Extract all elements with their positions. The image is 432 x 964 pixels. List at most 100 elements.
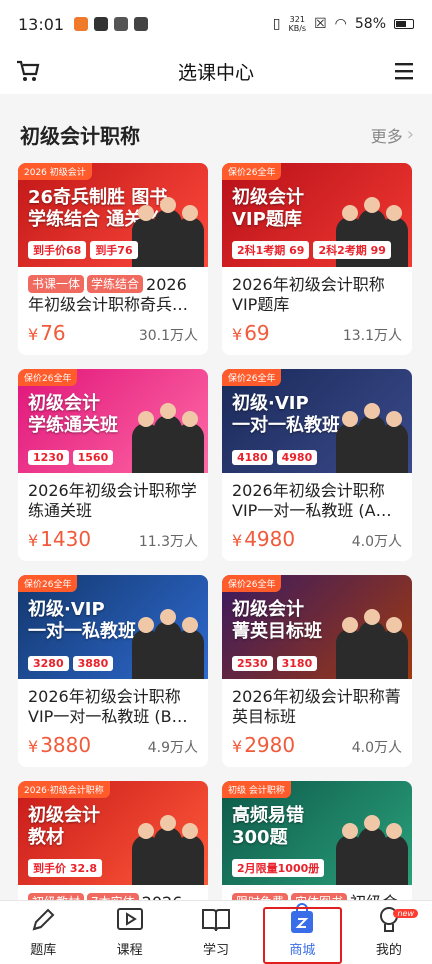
banner-prices: 1230 1560 (28, 450, 114, 465)
course-title-text: 2026年初级会计职称学练通关班 (28, 481, 197, 520)
section-header: 初级会计职称 更多 › (0, 94, 432, 163)
banner-title: 高频易错 300题 (232, 805, 304, 848)
course-card[interactable]: 2026 初级会计26奇兵制胜 图书 学练结合 通关必备到手价68到手76 书课一… (18, 163, 208, 355)
more-label: 更多 (370, 126, 403, 146)
cart-icon[interactable] (14, 57, 42, 85)
teacher-photos (132, 189, 204, 267)
course-banner-image: 保价26全年 初级会计 菁英目标班 2530 3180 (222, 575, 412, 679)
teacher-photos (132, 395, 204, 473)
course-banner-image: 保价26全年初级会计 学练通关班 1230 1560 (18, 369, 208, 473)
pencil-icon (32, 908, 55, 931)
course-card[interactable]: 2026·初级会计职称初级会计 教材到手价 32.8 初级教材7本实体2026年初… (18, 781, 208, 900)
banner-price-box: 3180 (276, 656, 318, 671)
course-price: ¥76 (28, 321, 66, 345)
course-price: ¥1430 (28, 527, 92, 551)
course-price: ¥2980 (232, 733, 296, 757)
course-title: 2026年初级会计职称菁英目标班 (232, 687, 402, 727)
course-banner-image: 保价26全年初级会计 VIP题库 2科1考期 69 2科2考期 99 (222, 163, 412, 267)
course-title-text: 2026年初级会计职称VIP一对一私教班 (B… (28, 687, 188, 726)
course-title: 2026年初级会计职称学练通关班 (28, 481, 198, 521)
tab-mall[interactable]: 商城 (259, 901, 345, 964)
course-card[interactable]: 保价26全年 初级·VIP 一对一私教班 4180 4980 2026年初级会计职称VI… (222, 369, 412, 561)
course-chip: 限时免费 (232, 893, 289, 900)
course-banner-image: 初级 会计职称高频易错 300题 2月限量1000册 (222, 781, 412, 885)
banner-price-box: 1230 (28, 450, 69, 465)
tab-label: 题库 (30, 943, 57, 958)
enrollment-count: 13.1万人 (342, 328, 402, 344)
network-speed: 321 KB/s (288, 15, 307, 33)
banner-price-box: 2科1考期 69 (232, 241, 310, 259)
course-title: 初级教材7本实体2026年初级会计职称教材 (28, 893, 198, 900)
banner-tag: 2026 初级会计 (18, 163, 92, 180)
course-title-text: 2026年初级会计职称VIP一对一私教班 (A… (232, 481, 392, 520)
banner-prices: 2月限量1000册 (232, 859, 325, 877)
tab-bar: 题库 课程 学习 商城 new 我的 (0, 900, 432, 964)
course-card[interactable]: 保价26全年初级·VIP 一对一私教班 3280 3880 2026年初级会计职称VI… (18, 575, 208, 767)
nav-bar: 选课中心 (0, 48, 432, 94)
banner-prices: 3280 3880 (28, 656, 114, 671)
teacher-photos (336, 601, 408, 679)
tab-study[interactable]: 学习 (173, 901, 259, 964)
course-title: 书课一体学练结合2026年初级会计职称奇兵制… (28, 275, 198, 315)
course-price: ¥3880 (28, 733, 92, 757)
more-link[interactable]: 更多 › (371, 123, 414, 147)
course-card[interactable]: 保价26全年初级会计 学练通关班 1230 1560 2026年初级会计职称学练通关班… (18, 369, 208, 561)
menu-icon[interactable] (390, 57, 418, 85)
enrollment-count: 30.1万人 (138, 328, 198, 344)
enrollment-count: 4.0万人 (351, 740, 402, 756)
banner-tag: 保价26全年 (222, 163, 282, 180)
battery-percent: 58% (354, 16, 386, 32)
course-title: 限时免费实体图书初级会计高频易错300题 (232, 893, 402, 900)
course-banner-image: 2026·初级会计职称 初级会计 教材 到手价 32.8 (18, 781, 208, 885)
chevron-right-icon: › (406, 124, 414, 145)
link-app-icon (114, 17, 129, 31)
banner-price-box: 3280 (28, 656, 69, 671)
banner-tag: 保价26全年 (18, 369, 78, 386)
course-chip: 7本实体 (87, 893, 139, 900)
banner-title: 初级会计 教材 (28, 805, 100, 848)
course-grid: 2026 初级会计26奇兵制胜 图书 学练结合 通关必备到手价68到手76 书课一… (0, 163, 432, 900)
banner-price-box: 到手价68 (28, 241, 87, 259)
content-area[interactable]: 初级会计职称 更多 › 2026 初级会计26奇兵制胜 图书 学练结合 通关必备… (0, 94, 432, 900)
banner-price-box: 4180 (232, 450, 273, 465)
banner-tag: 保价26全年 (222, 575, 282, 592)
course-chip: 初级教材 (28, 893, 85, 900)
banner-prices: 2科1考期 69 2科2考期 99 (232, 241, 391, 259)
banner-title: 初级会计 学练通关班 (28, 393, 118, 436)
course-card[interactable]: 保价26全年初级会计 VIP题库 2科1考期 69 2科2考期 99 2026年初级会… (222, 163, 412, 355)
banner-price-box: 1560 (72, 450, 114, 465)
video-app-icon (94, 17, 109, 31)
banner-title: 初级会计 VIP题库 (232, 187, 304, 230)
course-chip: 实体图书 (291, 893, 348, 900)
course-title: 2026年初级会计职称VIP一对一私教班 (A… (232, 481, 402, 521)
banner-prices: 4180 4980 (232, 450, 318, 465)
enrollment-count: 4.0万人 (351, 534, 402, 550)
course-title: 2026年初级会计职称VIP一对一私教班 (B… (28, 687, 198, 727)
banner-price-box: 到手76 (90, 241, 138, 259)
banner-title: 初级·VIP 一对一私教班 (28, 599, 136, 642)
tab-question-bank[interactable]: 题库 (0, 901, 86, 964)
banner-tag: 初级 会计职称 (222, 781, 291, 798)
course-card[interactable]: 初级 会计职称高频易错 300题 2月限量1000册限时免费实体图书初级会计高频易… (222, 781, 412, 900)
book-icon (202, 909, 231, 932)
course-title-text: 2026年初级会计职称VIP题库 (232, 275, 385, 314)
active-tab-highlight (263, 907, 342, 964)
battery-icon (394, 19, 414, 29)
banner-price-box: 2月限量1000册 (232, 859, 325, 877)
enrollment-count: 11.3万人 (138, 534, 198, 550)
banner-price-box: 4980 (276, 450, 318, 465)
course-card[interactable]: 保价26全年 初级会计 菁英目标班 2530 3180 2026年初级会计职称菁英目标班… (222, 575, 412, 767)
banner-price-box: 到手价 32.8 (28, 859, 102, 877)
banner-title: 初级·VIP 一对一私教班 (232, 393, 340, 436)
tab-profile[interactable]: new 我的 (346, 901, 432, 964)
banner-price-box: 2科2考期 99 (313, 241, 391, 259)
tab-courses[interactable]: 课程 (86, 901, 172, 964)
banner-tag: 保价26全年 (18, 575, 78, 592)
teacher-photos (336, 807, 408, 885)
vibrate-icon: ▯ (272, 16, 281, 32)
teacher-photos (132, 601, 204, 679)
banner-price-box: 3880 (72, 656, 114, 671)
tab-label: 课程 (116, 943, 143, 958)
teacher-photos (132, 807, 204, 885)
no-sim-icon: ☒ (314, 16, 327, 32)
